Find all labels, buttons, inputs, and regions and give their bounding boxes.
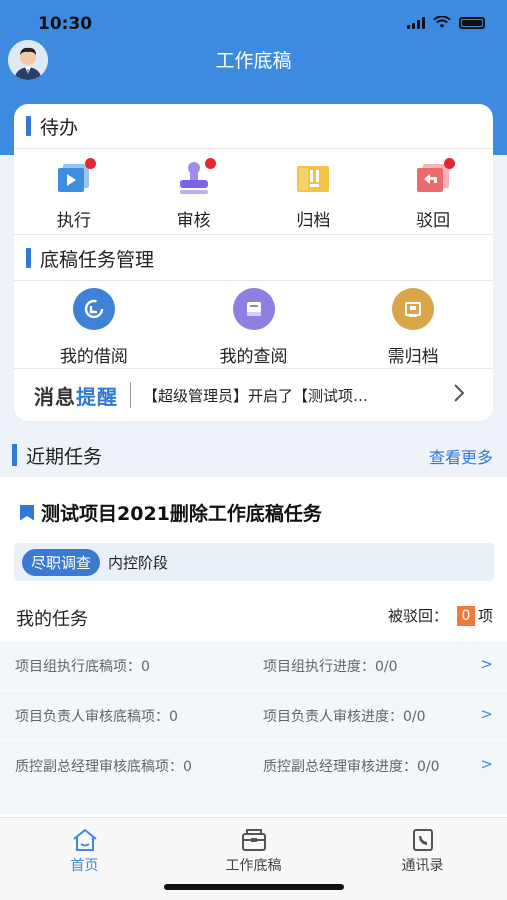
divider [14,148,493,149]
task-panel: 测试项目2021删除工作底稿任务 尽职调查 内控阶段 我的任务 被驳回： 0 项… [0,477,507,817]
manage-item-need-archive[interactable]: 需归档 [333,288,493,368]
notification-badge [444,158,456,169]
notice-logo-part: 提醒 [76,384,118,409]
manage-label: 需归档 [387,347,439,367]
task-stage: 内控阶段 [108,553,169,572]
row-right-text: 项目负责人审核进度：0/0 [263,709,426,725]
status-icons [407,16,485,29]
battery-icon [459,16,485,29]
book-icon [232,288,275,330]
divider [14,280,493,281]
todo-label: 执行 [56,211,91,231]
divider [14,234,493,235]
refresh-icon [72,288,115,330]
manage-label: 我的查阅 [219,347,288,367]
folder-icon [241,829,266,851]
table-row[interactable]: 质控副总经理审核底稿项：0 质控副总经理审核进度：0/0 > [0,741,507,815]
table-row[interactable]: 项目负责人审核底稿项：0 项目负责人审核进度：0/0 > [0,691,507,741]
notice-text: 【超级管理员】开启了【测试项… [143,386,369,405]
section-accent-bar [26,116,31,136]
row-left-text: 项目组执行底稿项：0 [15,659,150,675]
notice-logo-part: 消息 [34,384,76,409]
archive-icon [293,158,333,198]
recent-tasks-header: 近期任务 查看更多 [0,432,507,476]
play-folder-icon [54,158,96,198]
todo-item-execute[interactable]: 执行 [14,154,134,232]
rejected-label: 被驳回： [387,607,448,625]
tab-label: 通讯录 [401,858,444,874]
chevron-right-icon[interactable] [453,383,465,408]
manage-item-lookup[interactable]: 我的查阅 [174,288,334,368]
todo-section-title: 待办 [40,116,79,139]
manage-item-borrow[interactable]: 我的借阅 [14,288,174,368]
section-accent-bar [26,248,31,268]
message-notice[interactable]: 消息提醒 【超级管理员】开启了【测试项… [14,370,493,420]
row-right-text: 项目组执行进度：0/0 [263,659,398,675]
phone-book-icon [412,829,433,851]
todo-label: 审核 [176,211,211,231]
notice-logo: 消息提醒 [34,381,118,410]
todo-label: 驳回 [416,211,451,231]
my-tasks-title: 我的任务 [16,609,88,630]
signal-icon [407,16,425,29]
page-title: 工作底稿 [215,50,292,72]
rejected-count-badge: 0 [456,605,475,626]
chevron-right-icon[interactable]: > [480,705,493,723]
tab-label: 首页 [70,858,99,874]
notice-separator [130,382,131,408]
manage-label: 我的借阅 [59,347,128,367]
row-left-text: 项目负责人审核底稿项：0 [15,709,178,725]
todo-item-review[interactable]: 审核 [134,154,254,232]
status-bar: 10:30 [0,0,507,44]
return-folder-icon [413,158,456,198]
chevron-right-icon[interactable]: > [480,655,493,673]
notification-badge [204,158,216,169]
section-accent-bar [12,444,17,466]
bookmark-icon [20,504,34,521]
tab-home[interactable]: 首页 [0,818,169,900]
view-more-link[interactable]: 查看更多 [429,444,493,468]
row-right-text: 质控副总经理审核进度：0/0 [263,759,440,775]
tab-contacts[interactable]: 通讯录 [338,818,507,900]
stamp-icon [174,158,216,198]
todo-section-header: 待办 [14,104,493,148]
notification-badge [84,158,96,169]
row-left-text: 质控副总经理审核底稿项：0 [15,759,192,775]
todo-item-reject[interactable]: 驳回 [373,154,493,232]
menu-card: 待办 执行 审核 归档 驳回 底稿任务管理 我的借阅 我的查阅 需归档 消息提醒… [14,104,493,421]
recent-tasks-title: 近期任务 [26,446,103,468]
task-progress-list: 项目组执行底稿项：0 项目组执行进度：0/0 > 项目负责人审核底稿项：0 项目… [0,641,507,815]
tab-label: 工作底稿 [225,858,282,874]
rejected-count: 被驳回： 0 项 [388,605,493,626]
todo-label: 归档 [296,211,331,231]
archive-box-icon [392,288,435,330]
divider [14,368,493,369]
manage-row: 我的借阅 我的查阅 需归档 [14,288,493,368]
home-icon [72,828,97,851]
wifi-icon [433,16,451,28]
manage-section-header: 底稿任务管理 [14,236,493,280]
manage-section-title: 底稿任务管理 [40,248,155,271]
status-time: 10:30 [38,14,93,34]
home-indicator [164,884,344,890]
todo-row: 执行 审核 归档 驳回 [14,154,493,232]
task-stage-box: 尽职调查 内控阶段 [14,543,494,581]
chevron-right-icon[interactable]: > [480,755,493,773]
task-title-text: 测试项目2021删除工作底稿任务 [41,503,322,525]
task-type-tag: 尽职调查 [22,548,101,576]
table-row[interactable]: 项目组执行底稿项：0 项目组执行进度：0/0 > [0,641,507,691]
rejected-unit: 项 [477,607,493,625]
task-title[interactable]: 测试项目2021删除工作底稿任务 [20,499,322,526]
todo-item-archive[interactable]: 归档 [254,154,374,232]
